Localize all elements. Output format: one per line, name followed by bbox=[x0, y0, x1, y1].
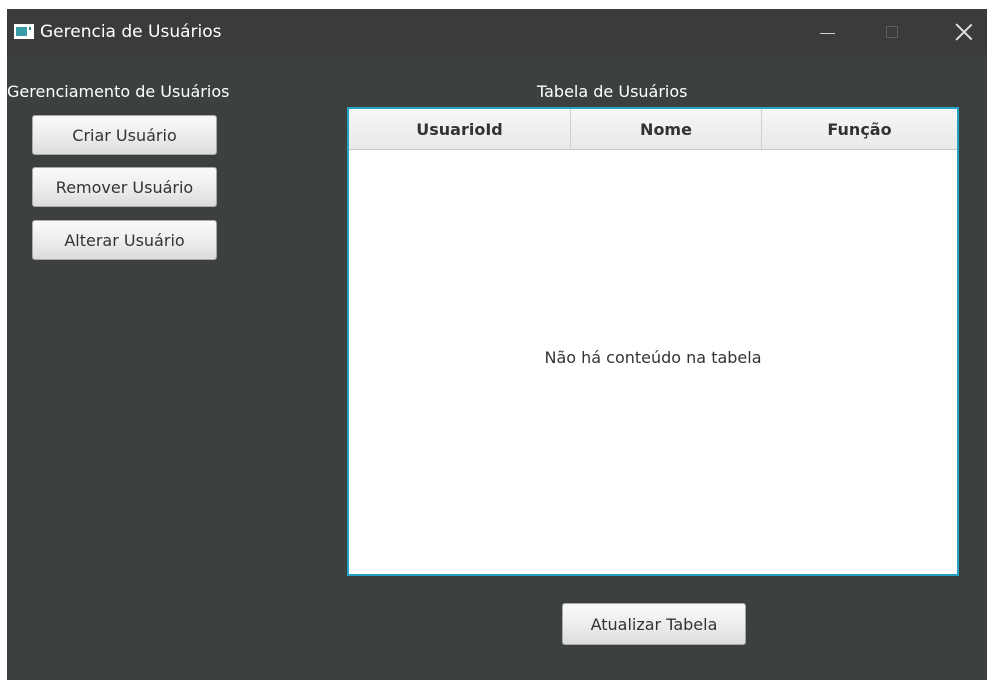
column-header-usuarioid[interactable]: UsuarioId bbox=[349, 109, 571, 149]
user-management-heading: Gerenciamento de Usuários bbox=[7, 82, 230, 101]
close-button[interactable] bbox=[941, 9, 987, 55]
minimize-icon bbox=[819, 32, 835, 34]
empty-table-placeholder: Não há conteúdo na tabela bbox=[544, 348, 762, 367]
maximize-icon bbox=[886, 26, 898, 38]
remove-user-button[interactable]: Remover Usuário bbox=[32, 167, 217, 207]
table-body[interactable]: Não há conteúdo na tabela bbox=[349, 150, 957, 574]
application-window: Gerencia de Usuários Gerenciamento de Us… bbox=[7, 9, 987, 680]
close-icon bbox=[955, 23, 973, 41]
app-window-icon bbox=[14, 24, 34, 39]
window-title: Gerencia de Usuários bbox=[40, 22, 222, 42]
column-header-nome[interactable]: Nome bbox=[571, 109, 762, 149]
create-user-button[interactable]: Criar Usuário bbox=[32, 115, 217, 155]
edit-user-button[interactable]: Alterar Usuário bbox=[32, 220, 217, 260]
users-table[interactable]: UsuarioId Nome Função Não há conteúdo na… bbox=[347, 107, 959, 576]
column-header-funcao[interactable]: Função bbox=[762, 109, 957, 149]
maximize-button[interactable] bbox=[869, 9, 915, 55]
refresh-table-button[interactable]: Atualizar Tabela bbox=[562, 603, 746, 645]
minimize-button[interactable] bbox=[804, 9, 850, 55]
users-table-heading: Tabela de Usuários bbox=[537, 82, 688, 101]
table-header: UsuarioId Nome Função bbox=[349, 109, 957, 150]
title-bar[interactable]: Gerencia de Usuários bbox=[7, 9, 987, 55]
